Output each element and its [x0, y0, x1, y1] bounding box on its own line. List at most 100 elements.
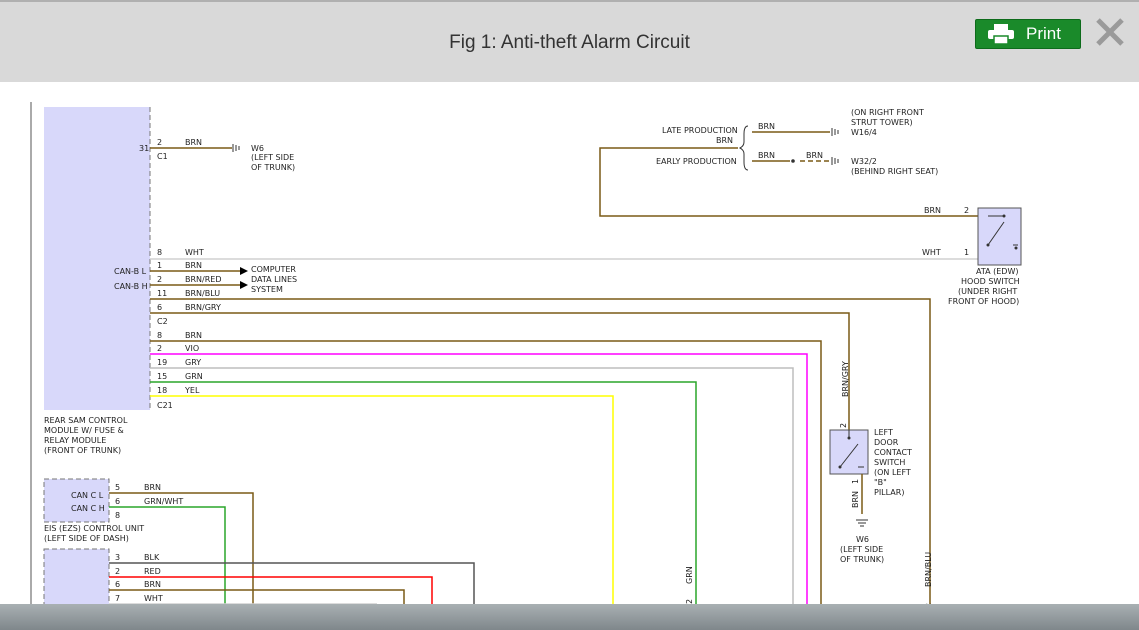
arrow-icon	[240, 267, 248, 275]
pin-label: 18	[157, 386, 167, 395]
rear-sam-module	[44, 107, 150, 410]
hood-switch-label: HOOD SWITCH	[961, 277, 1020, 286]
wire-label: WHT	[144, 594, 163, 603]
ground-w6-top-id: W6	[251, 144, 264, 153]
can-b-h-label: CAN-B H	[114, 282, 148, 291]
hood-switch	[977, 207, 1022, 266]
pin-label: 2	[157, 275, 162, 284]
ground-w6-top-loc: OF TRUNK)	[251, 163, 295, 172]
wire-label: WHT	[185, 248, 204, 257]
wire-yel	[150, 395, 614, 604]
wire-label: GRN/WHT	[144, 497, 183, 506]
ground-w6-top-loc: (LEFT SIDE	[251, 153, 294, 162]
pin-label: 2	[157, 344, 162, 353]
eis-module	[43, 478, 110, 523]
pin-label: 1	[851, 479, 860, 484]
door-switch-label: "B"	[874, 478, 887, 487]
pin-label: 8	[157, 248, 162, 257]
door-switch-label: (ON LEFT	[874, 468, 911, 477]
rear-sam-label-3: RELAY MODULE	[44, 436, 106, 445]
rear-sam-label-2: MODULE W/ FUSE &	[44, 426, 124, 435]
wire-brn-gry	[150, 312, 850, 430]
header-bar: Fig 1: Anti-theft Alarm Circuit Print	[0, 0, 1139, 82]
wiring-diagram: 31 CAN-B L CAN-B H C1 C2 C21 REAR SAM CO…	[30, 102, 1022, 604]
wire-label: VIO	[185, 344, 199, 353]
wire-label: BRN/GRY	[185, 303, 221, 312]
wire-label: BRN	[185, 261, 202, 270]
pin-label: 1	[157, 261, 162, 270]
rear-sam-label-1: REAR SAM CONTROL	[44, 416, 128, 425]
pin-label: 6	[115, 580, 120, 589]
page-title: Fig 1: Anti-theft Alarm Circuit	[449, 32, 690, 53]
bottom-bar	[0, 604, 1139, 630]
wire-label: RED	[144, 567, 161, 576]
pin-label: 19	[157, 358, 167, 367]
data-lines-label: COMPUTER	[251, 265, 296, 274]
wire-label: BRN/BLU	[924, 552, 933, 587]
connector-c1: C1	[157, 152, 168, 161]
print-button-label: Print	[1026, 24, 1061, 43]
printer-icon	[988, 24, 1014, 44]
pin-label: 2	[964, 206, 969, 215]
wire-label: BRN	[924, 206, 941, 215]
wire-label: BRN	[851, 491, 860, 508]
wire-label: BRN	[144, 483, 161, 492]
rear-sam-label-4: (FRONT OF TRUNK)	[44, 446, 121, 455]
pin-31: 31	[139, 144, 149, 153]
early-production-label: EARLY PRODUCTION	[656, 157, 737, 166]
w16-4-loc: STRUT TOWER)	[851, 118, 913, 127]
pin-label: 3	[115, 553, 120, 562]
hood-switch-label: FRONT OF HOOD)	[948, 297, 1019, 306]
data-lines-label: SYSTEM	[251, 285, 283, 294]
close-icon[interactable]	[1094, 16, 1126, 48]
wire-blk	[109, 562, 475, 604]
wire-label: BRN	[806, 151, 823, 160]
door-switch-label: SWITCH	[874, 458, 905, 467]
door-switch-label: CONTACT	[874, 448, 912, 457]
ground-icon	[856, 519, 868, 527]
ground-icon	[831, 128, 839, 136]
wire-label: GRN	[685, 566, 694, 584]
pin-label: 7	[115, 594, 120, 603]
wire-label: BRN	[716, 136, 733, 145]
wire-label: WHT	[922, 248, 941, 257]
wire-label: BLK	[144, 553, 160, 562]
wire-label: YEL	[184, 386, 200, 395]
wire-label: GRN	[185, 372, 203, 381]
can-c-l-label: CAN C L	[71, 491, 104, 500]
ground-icon	[831, 157, 839, 165]
door-switch-label: PILLAR)	[874, 488, 904, 497]
wire-brn-blu	[150, 298, 931, 604]
pin-label: 6	[115, 497, 120, 506]
wire-label: BRN	[144, 580, 161, 589]
ground-w6-bottom-id: W6	[856, 535, 869, 544]
can-c-h-label: CAN C H	[71, 504, 105, 513]
connector-c2: C2	[157, 317, 168, 326]
pin-label: 1	[964, 248, 969, 257]
w32-2-id: W32/2	[851, 157, 877, 166]
ground-w6-bottom-loc: OF TRUNK)	[840, 555, 884, 564]
bottom-module	[43, 548, 110, 604]
wire-eis-brn	[109, 492, 254, 604]
pin-label: 5	[115, 483, 120, 492]
wire-label: BRN	[758, 122, 775, 131]
w16-4-id: W16/4	[851, 128, 877, 137]
late-production-label: LATE PRODUCTION	[662, 126, 738, 135]
pin-label: 15	[157, 372, 167, 381]
arrow-icon	[240, 281, 248, 289]
wire-vio	[150, 353, 808, 604]
door-switch-label: LEFT	[874, 428, 893, 437]
brace	[738, 125, 749, 171]
wire-label: BRN	[185, 331, 202, 340]
wire-label: BRN/GRY	[841, 361, 850, 397]
wire-label: GRY	[185, 358, 201, 367]
wire-label: BRN/BLU	[185, 289, 220, 298]
data-lines-label: DATA LINES	[251, 275, 297, 284]
w16-4-loc: (ON RIGHT FRONT	[851, 108, 924, 117]
print-button[interactable]: Print	[975, 19, 1081, 49]
connector-c21: C21	[157, 401, 173, 410]
pin-label: 2	[839, 423, 848, 428]
can-b-l-label: CAN-B L	[114, 267, 147, 276]
splice-dot	[791, 159, 795, 163]
eis-label: EIS (EZS) CONTROL UNIT	[44, 524, 144, 533]
